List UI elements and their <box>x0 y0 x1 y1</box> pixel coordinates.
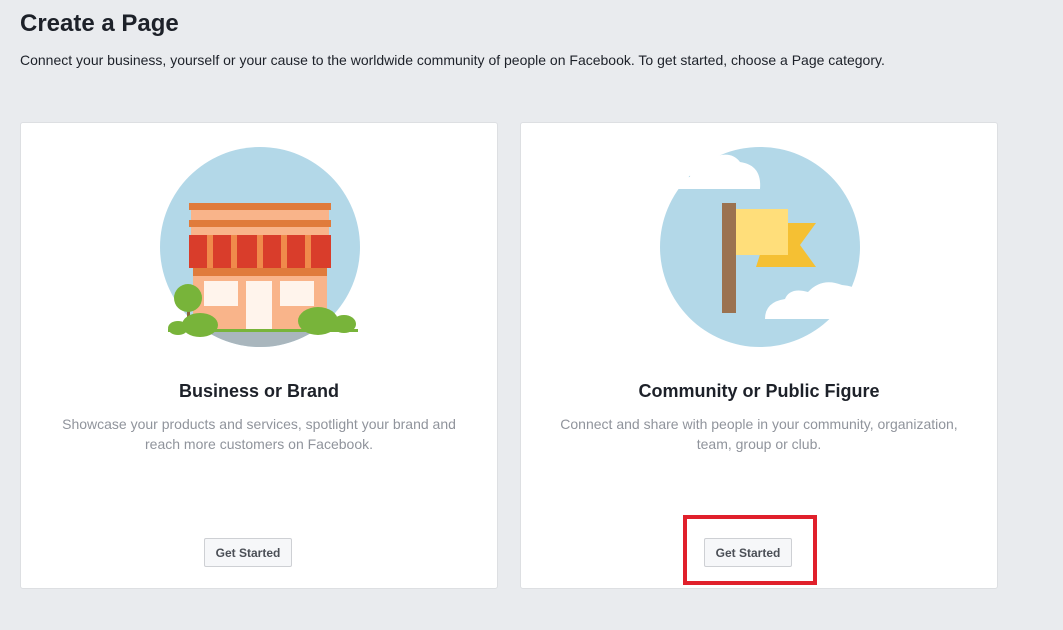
community-title: Community or Public Figure <box>638 381 880 401</box>
storefront-illustration-icon <box>160 147 360 347</box>
page-subtitle: Connect your business, yourself or your … <box>20 52 885 68</box>
business-brand-card: Business or Brand Showcase your products… <box>20 122 498 589</box>
page-title: Create a Page <box>20 10 179 37</box>
community-description: Connect and share with people in your co… <box>560 416 958 452</box>
business-brand-title: Business or Brand <box>178 381 340 401</box>
flag-illustration-icon <box>660 147 873 347</box>
community-get-started-button[interactable]: Get Started <box>704 538 792 567</box>
community-public-figure-card: Community or Public Figure Connect and s… <box>520 122 998 589</box>
business-brand-description: Showcase your products and services, spo… <box>62 416 456 452</box>
business-get-started-button[interactable]: Get Started <box>204 538 292 567</box>
